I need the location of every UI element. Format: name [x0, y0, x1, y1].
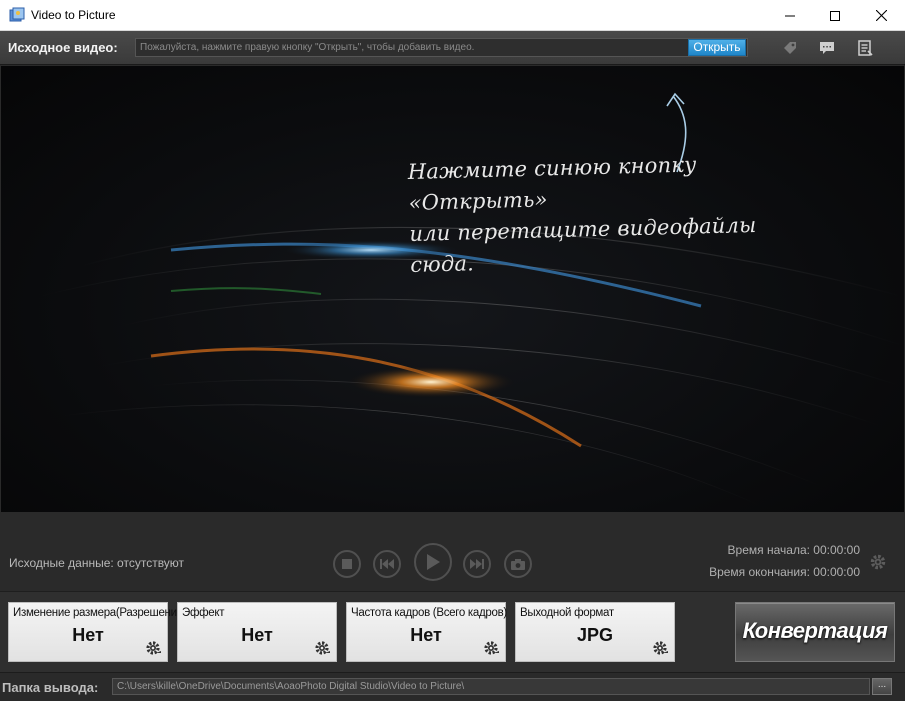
output-folder-bar: Папка вывода: C:\Users\kille\OneDrive\Do… — [0, 672, 905, 701]
resize-card[interactable]: Изменение размера(Разрешение) Нет — [8, 602, 187, 662]
gear-icon[interactable] — [652, 640, 670, 658]
output-folder-label: Папка вывода: — [2, 680, 99, 695]
maximize-button[interactable] — [812, 0, 858, 31]
stop-icon — [342, 559, 352, 569]
window-title: Video to Picture — [31, 8, 116, 22]
output-format-value: JPG — [576, 625, 614, 645]
maximize-icon — [830, 10, 840, 21]
output-format-card[interactable]: Выходной формат JPG — [515, 602, 675, 662]
next-button[interactable] — [463, 550, 491, 578]
hint-line-2: или перетащите видеофайлы сюда. — [409, 212, 757, 277]
previous-button[interactable] — [373, 550, 401, 578]
minimize-button[interactable] — [767, 0, 813, 31]
source-bar: Исходное видео: Пожалуйста, нажмите прав… — [0, 31, 905, 65]
tag-icon[interactable] — [782, 40, 798, 56]
source-video-label: Исходное видео: — [8, 40, 118, 55]
gear-icon[interactable] — [314, 640, 332, 658]
app-icon — [9, 7, 25, 22]
minimize-icon — [785, 15, 795, 16]
play-button[interactable] — [414, 543, 452, 581]
gear-icon[interactable] — [145, 640, 163, 658]
output-format-label: Выходной формат — [520, 607, 614, 619]
play-icon — [427, 554, 440, 570]
time-settings-gear-icon[interactable] — [869, 553, 887, 571]
effect-label: Эффект — [182, 607, 225, 619]
source-video-field[interactable]: Пожалуйста, нажмите правую кнопку "Откры… — [135, 38, 748, 57]
comment-icon[interactable] — [819, 40, 835, 56]
stop-button[interactable] — [333, 550, 361, 578]
source-info-text: Исходные данные: отсутствуют — [9, 556, 185, 570]
close-icon — [875, 10, 887, 21]
next-icon — [470, 559, 484, 569]
frame-rate-label: Частота кадров (Всего кадров) — [351, 607, 507, 619]
frame-rate-value: Нет — [410, 625, 442, 645]
effect-card[interactable]: Эффект Нет — [177, 602, 337, 662]
settings-row: Изменение размера(Разрешение) Нет Эффект… — [0, 591, 905, 672]
convert-button[interactable]: Конвертация — [735, 602, 895, 662]
resize-value: Нет — [72, 625, 104, 645]
frame-rate-card[interactable]: Частота кадров (Всего кадров) Нет — [346, 602, 507, 662]
drop-hint-text: Нажмите синюю кнопку «Открыть» или перет… — [407, 147, 790, 281]
playback-controls: Исходные данные: отсутствуют Время начал… — [1, 512, 904, 590]
open-button[interactable]: Открыть — [688, 39, 746, 56]
previous-icon — [380, 559, 394, 569]
light-streaks-decoration — [40, 92, 904, 507]
effect-value: Нет — [241, 625, 273, 645]
gear-icon[interactable] — [483, 640, 501, 658]
output-folder-path[interactable]: C:\Users\kille\OneDrive\Documents\AoaoPh… — [112, 678, 870, 695]
resize-label: Изменение размера(Разрешение) — [13, 607, 187, 619]
browse-button[interactable]: ... — [872, 678, 892, 695]
snapshot-icon — [511, 558, 525, 570]
snapshot-button[interactable] — [504, 550, 532, 578]
start-time: Время начала: 00:00:00 — [727, 543, 860, 557]
title-bar: Video to Picture — [0, 0, 905, 31]
video-preview-area[interactable]: Нажмите синюю кнопку «Открыть» или перет… — [1, 66, 904, 512]
end-time: Время окончания: 00:00:00 — [709, 565, 860, 579]
hint-line-1: Нажмите синюю кнопку «Открыть» — [407, 152, 697, 215]
app-window: Video to Picture Исходное видео: Пожалуй… — [0, 0, 905, 701]
list-icon[interactable] — [857, 40, 873, 56]
close-button[interactable] — [858, 0, 904, 31]
